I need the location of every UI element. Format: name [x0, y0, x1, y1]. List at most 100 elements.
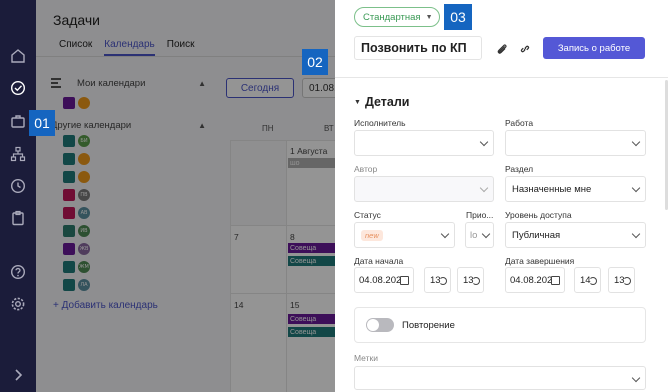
end-hour-input[interactable]: 14: [574, 267, 601, 293]
calendar-icon: [551, 276, 560, 285]
task-type-label: Стандартная: [363, 11, 421, 23]
my-calendars-header[interactable]: Мои календари ▲: [51, 76, 206, 90]
page-title: Задачи: [53, 12, 101, 28]
work-label: Работа: [505, 118, 534, 128]
other-calendar-row[interactable]: БИ: [51, 132, 206, 150]
other-calendar-row[interactable]: АВ: [51, 204, 206, 222]
section-select[interactable]: Назначенные мне: [505, 176, 646, 202]
my-calendar-row[interactable]: [51, 94, 206, 112]
status-select[interactable]: new: [354, 222, 455, 248]
clipboard-icon[interactable]: [8, 208, 28, 228]
chevron-down-icon: [631, 373, 641, 383]
chevron-down-icon: [631, 137, 641, 147]
other-calendar-row[interactable]: ИВ: [51, 222, 206, 240]
start-date-value: 04.08.202: [359, 274, 402, 286]
details-title: Детали: [364, 95, 410, 109]
access-level-select[interactable]: Публичная: [505, 222, 646, 248]
chevron-down-icon: [631, 229, 641, 239]
chevron-down-icon: [631, 183, 641, 193]
list-toggle-icon[interactable]: [51, 78, 63, 88]
other-calendar-row[interactable]: ЖМ: [51, 258, 206, 276]
other-calendar-row[interactable]: [51, 150, 206, 168]
start-date-input[interactable]: 04.08.202: [354, 267, 414, 293]
nav-rail: [0, 0, 36, 392]
chevron-down-icon: [479, 137, 489, 147]
caret-down-icon: ▼: [354, 98, 361, 106]
calendar-sidebar: Мои календари ▲ Другие календари ▲ БИ ПВ А…: [51, 76, 206, 311]
calendar-event[interactable]: Совеща: [288, 256, 336, 266]
calendar-color-swatch: [63, 97, 75, 109]
details-section-toggle[interactable]: ▼ Детали: [354, 95, 409, 109]
weekday-header: ПН: [262, 124, 274, 133]
annotation-badge-03: 03: [444, 4, 472, 30]
calendar-color-swatch: [63, 261, 75, 273]
end-minute-input[interactable]: 13: [608, 267, 635, 293]
calendar-day-cell[interactable]: [230, 140, 286, 225]
weekday-header: ВТ: [324, 124, 334, 133]
tags-select[interactable]: [354, 366, 646, 390]
calendar-icon: [400, 276, 409, 285]
task-header: Стандартная ▼ 03 Позвонить по КП Запись …: [335, 0, 668, 78]
other-calendar-row[interactable]: ЛА: [51, 276, 206, 294]
end-date-input[interactable]: 04.08.202: [505, 267, 565, 293]
day-number: 7: [234, 232, 239, 242]
other-calendars-label: Другие календари: [51, 119, 132, 131]
my-calendars-label: Мои календари: [77, 77, 146, 89]
today-button[interactable]: Сегодня: [226, 78, 294, 98]
repeat-toggle[interactable]: [366, 318, 394, 332]
calendar-event[interactable]: Совеща: [288, 314, 336, 324]
expand-chevron-icon[interactable]: [8, 368, 28, 382]
briefcase-icon[interactable]: [8, 111, 28, 131]
start-date-label: Дата начала: [354, 256, 404, 266]
avatar: ЖВ: [78, 243, 90, 255]
tasks-check-icon[interactable]: [8, 78, 28, 98]
access-level-label: Уровень доступа: [505, 210, 572, 220]
calendar-color-swatch: [63, 279, 75, 291]
task-title-input[interactable]: Позвонить по КП: [354, 36, 482, 60]
day-number: 1 Августа: [290, 146, 328, 156]
home-icon[interactable]: [8, 46, 28, 66]
spinner-icon: [472, 277, 480, 285]
avatar: АВ: [78, 207, 90, 219]
tab-search[interactable]: Поиск: [167, 39, 195, 56]
tab-calendar[interactable]: Календарь: [104, 39, 155, 56]
start-minute-input[interactable]: 13: [457, 267, 484, 293]
chevron-up-icon[interactable]: ▲: [198, 121, 206, 130]
priority-value: lo: [470, 229, 478, 241]
chevron-up-icon[interactable]: ▲: [198, 79, 206, 88]
avatar: ЛА: [78, 279, 90, 291]
clock-icon[interactable]: [8, 176, 28, 196]
work-select[interactable]: [505, 130, 646, 156]
other-calendar-row[interactable]: ПВ: [51, 186, 206, 204]
help-icon[interactable]: [8, 262, 28, 282]
calendar-event[interactable]: шо: [288, 158, 336, 168]
assignee-select[interactable]: [354, 130, 494, 156]
spinner-icon: [623, 277, 631, 285]
calendar-color-swatch: [63, 225, 75, 237]
task-type-select[interactable]: Стандартная ▼: [354, 7, 440, 27]
start-hour-input[interactable]: 13: [424, 267, 451, 293]
tab-list[interactable]: Список: [59, 39, 92, 56]
author-select: [354, 176, 494, 202]
link-icon[interactable]: [517, 41, 533, 57]
add-calendar-button[interactable]: + Добавить календарь: [53, 300, 206, 311]
spinner-icon: [439, 277, 447, 285]
calendar-event[interactable]: Совеща: [288, 243, 336, 253]
settings-gear-icon[interactable]: [8, 294, 28, 314]
chevron-down-icon: ▼: [425, 13, 433, 21]
section-value: Назначенные мне: [512, 183, 592, 195]
calendar-event[interactable]: Совеща: [288, 327, 336, 337]
attachment-icon[interactable]: [494, 41, 510, 57]
other-calendars-list: БИ ПВ АВ ИВ ЖВ ЖМ ЛА: [51, 132, 206, 294]
priority-select[interactable]: lo: [465, 222, 494, 248]
work-log-button[interactable]: Запись о работе: [543, 37, 645, 59]
org-structure-icon[interactable]: [8, 144, 28, 164]
avatar: ЖМ: [78, 261, 90, 273]
other-calendar-row[interactable]: [51, 168, 206, 186]
end-date-label: Дата завершения: [505, 256, 575, 266]
calendar-color-swatch: [63, 171, 75, 183]
spinner-icon: [589, 277, 597, 285]
other-calendars-header[interactable]: Другие календари ▲: [51, 118, 206, 132]
calendar-color-swatch: [63, 153, 75, 165]
other-calendar-row[interactable]: ЖВ: [51, 240, 206, 258]
